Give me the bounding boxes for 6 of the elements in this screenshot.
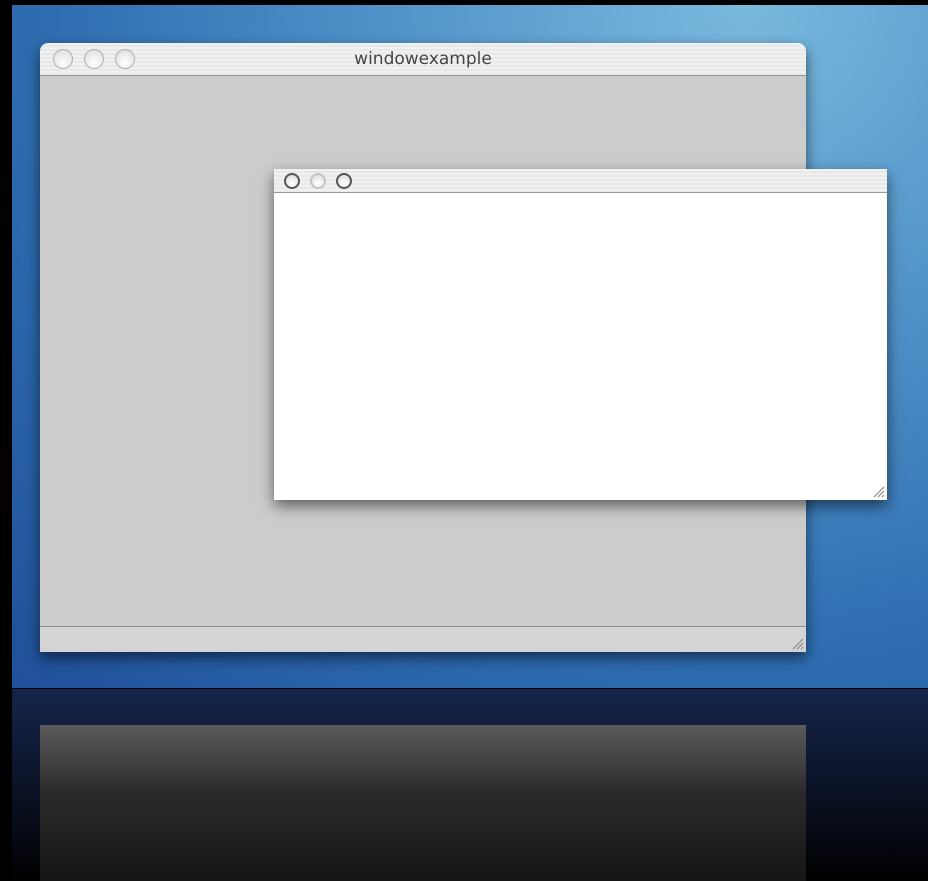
resize-grip-icon[interactable]: [790, 636, 804, 650]
minimize-button[interactable]: [84, 49, 104, 69]
zoom-button[interactable]: [336, 172, 352, 188]
resize-grip-icon[interactable]: [871, 484, 885, 498]
close-button[interactable]: [284, 172, 300, 188]
window-title: windowexample: [354, 49, 492, 69]
